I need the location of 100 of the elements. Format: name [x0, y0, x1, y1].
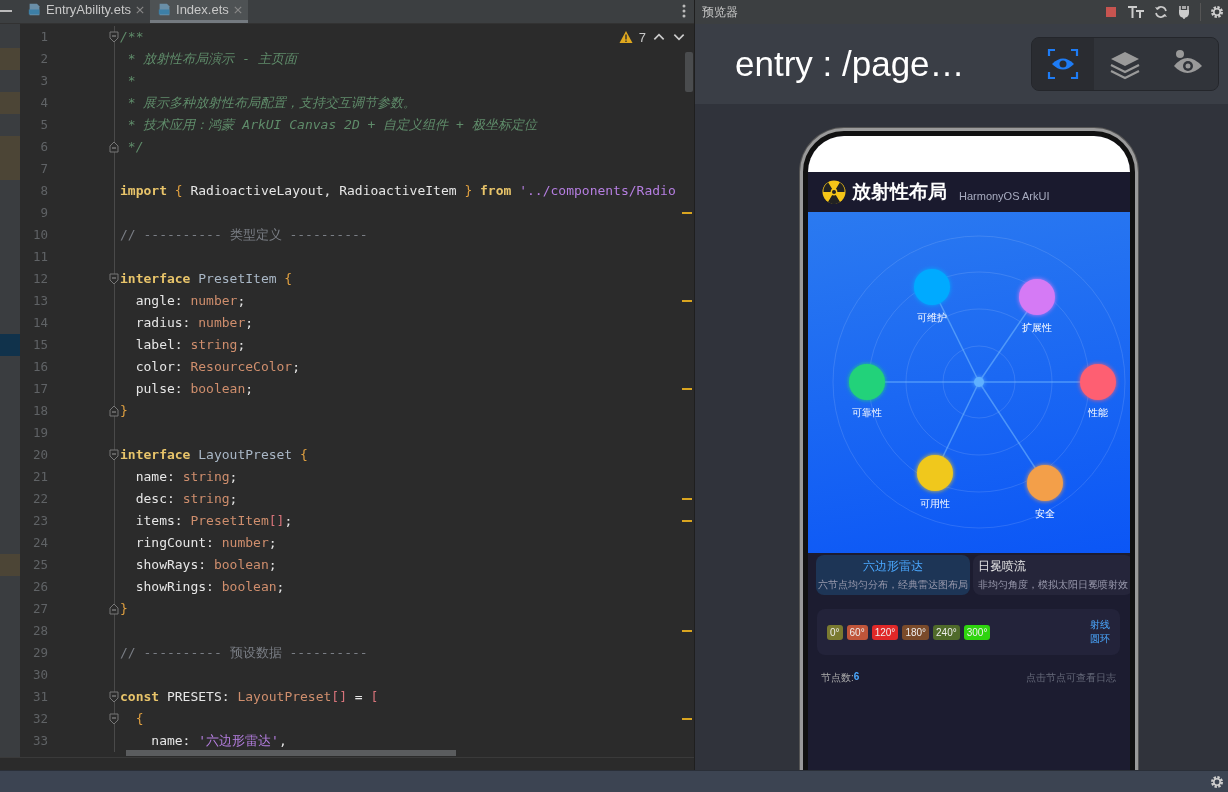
line-number: 22 — [31, 491, 48, 507]
line-number: 3 — [39, 73, 48, 89]
fold-icon[interactable] — [109, 30, 119, 43]
center-dot — [974, 377, 984, 387]
node-count: 6 — [853, 671, 860, 684]
code-line: * 放射性布局演示 - 主页面 — [126, 50, 297, 66]
line-number: 19 — [31, 425, 48, 441]
code-line: interface PresetItem { — [120, 271, 293, 287]
code-line: desc: string; — [134, 491, 238, 507]
warning-marker[interactable] — [682, 497, 692, 500]
font-size-icon[interactable] — [1127, 5, 1145, 19]
line-number: 21 — [31, 469, 48, 485]
node-label: 安全 — [1035, 508, 1055, 519]
line-number: 4 — [39, 95, 48, 111]
more-icon[interactable] — [682, 4, 686, 19]
inspect-eye-icon — [1046, 47, 1080, 81]
refresh-icon[interactable] — [1154, 5, 1168, 19]
line-number: 16 — [31, 359, 48, 375]
warning-marker[interactable] — [682, 211, 692, 214]
line-number: 26 — [31, 579, 48, 595]
code-line: * 展示多种放射性布局配置，支持交互调节参数。 — [126, 94, 417, 110]
fold-icon[interactable] — [109, 404, 119, 417]
plug-icon[interactable] — [1177, 5, 1191, 19]
line-number: 7 — [39, 161, 48, 177]
warning-marker[interactable] — [682, 629, 692, 632]
node-dot[interactable] — [1080, 364, 1116, 400]
line-number: 33 — [31, 733, 48, 749]
preset-name: 六边形雷达 — [863, 558, 923, 575]
preset-card[interactable]: 六边形雷达 六节点均匀分布，经典雷达图布局 — [816, 555, 970, 595]
settings-icon[interactable] — [1210, 774, 1224, 789]
view-mode-tab[interactable] — [1032, 38, 1094, 90]
file-icon — [28, 3, 41, 17]
line-number: 6 — [39, 139, 48, 155]
angle-tag[interactable]: 0° — [827, 624, 843, 640]
node-label: 可用性 — [920, 498, 950, 509]
line-number: 24 — [31, 535, 48, 551]
node-label: 可维护 — [917, 312, 947, 323]
code-line: /** — [120, 29, 144, 45]
warning-marker[interactable] — [682, 717, 692, 720]
code-line: angle: number; — [134, 293, 246, 309]
close-icon[interactable] — [233, 6, 242, 14]
line-number: 32 — [31, 711, 48, 727]
settings-icon[interactable] — [1210, 5, 1224, 19]
preset-card[interactable]: 日冕喷流 非均匀角度，模拟太阳日冕喷射效 — [973, 555, 1130, 595]
close-icon[interactable] — [136, 6, 144, 14]
angle-tag[interactable]: 120° — [871, 624, 899, 640]
code-line: // ---------- 类型定义 ---------- — [120, 226, 368, 242]
code-line: */ — [126, 139, 144, 155]
stop-icon[interactable] — [1104, 5, 1118, 19]
code-line: pulse: boolean; — [134, 381, 254, 397]
angle-tag[interactable]: 60° — [846, 624, 868, 640]
line-number: 20 — [31, 447, 48, 463]
code-line: } — [120, 601, 128, 617]
node-label: 性能 — [1088, 407, 1108, 418]
line-number: 18 — [31, 403, 48, 419]
code-line: name: '六边形雷达', — [150, 732, 287, 748]
panel-title: 预览器 — [702, 3, 739, 21]
line-number: 28 — [31, 623, 48, 639]
node-dot[interactable] — [1019, 279, 1055, 315]
file-tab[interactable]: Index.ets — [150, 0, 248, 23]
page-path: entry : /page… — [735, 44, 966, 84]
file-icon — [158, 3, 171, 17]
line-number: 1 — [39, 29, 48, 45]
code-line: interface LayoutPreset { — [120, 447, 308, 463]
angle-tag[interactable]: 240° — [933, 624, 960, 640]
line-number: 15 — [31, 337, 48, 353]
fold-icon[interactable] — [109, 140, 119, 153]
line-number: 5 — [39, 117, 48, 133]
fold-icon[interactable] — [109, 272, 119, 285]
line-number: 27 — [31, 601, 48, 617]
code-line: } — [120, 403, 128, 419]
fold-icon[interactable] — [109, 690, 119, 703]
minimize-icon[interactable] — [0, 10, 12, 13]
fold-icon[interactable] — [109, 602, 119, 615]
warning-marker[interactable] — [682, 299, 692, 302]
fold-icon[interactable] — [109, 448, 119, 461]
toggle-link[interactable]: 圆环 — [1090, 632, 1110, 646]
node-dot[interactable] — [914, 269, 950, 305]
radiation-icon — [822, 180, 846, 204]
line-number: 11 — [31, 249, 48, 265]
scrollbar-thumb[interactable] — [685, 51, 693, 92]
fold-icon[interactable] — [109, 712, 119, 725]
warning-marker[interactable] — [682, 519, 692, 522]
scrollbar-thumb[interactable] — [126, 750, 456, 756]
app-title: 放射性布局 — [852, 180, 947, 204]
node-dot[interactable] — [849, 364, 885, 400]
line-number: 14 — [31, 315, 48, 331]
line-number: 23 — [31, 513, 48, 529]
node-dot[interactable] — [917, 455, 953, 491]
code-line: showRays: boolean; — [134, 557, 277, 573]
node-dot[interactable] — [1027, 465, 1063, 501]
preset-description: 六节点均匀分布，经典雷达图布局 — [818, 578, 968, 592]
line-number: 9 — [39, 205, 48, 221]
file-tab[interactable]: EntryAbility.ets — [20, 0, 150, 23]
warning-marker[interactable] — [682, 387, 692, 390]
preset-description: 非均匀角度，模拟太阳日冕喷射效 — [978, 578, 1128, 592]
node-label: 扩展性 — [1022, 322, 1052, 333]
toggle-link[interactable]: 射线 — [1090, 618, 1110, 632]
angle-tag[interactable]: 180° — [902, 624, 930, 640]
node-count-label: 节点数: — [821, 671, 854, 685]
